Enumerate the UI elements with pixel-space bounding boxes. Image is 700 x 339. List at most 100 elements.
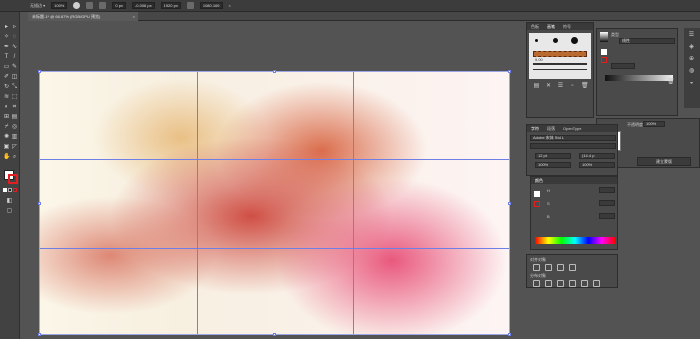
guide-vertical[interactable] [197, 72, 198, 334]
w-field[interactable]: 1920 px [160, 2, 181, 9]
document-tab[interactable]: 未标题-1* @ 66.67% (RGB/GPU 预览) × [28, 12, 138, 21]
distribute-top-icon[interactable] [533, 280, 540, 287]
align-left-icon[interactable] [533, 264, 540, 271]
none-mode-icon[interactable] [13, 188, 17, 192]
link-icon[interactable] [186, 2, 194, 9]
graph-tool-icon[interactable]: ▥ [11, 134, 18, 141]
gradient-delete-icon[interactable]: 🗑 [667, 79, 675, 86]
dock-appearance-icon[interactable]: ◍ [688, 68, 695, 75]
shape-builder-icon[interactable]: ◐ [3, 104, 10, 111]
distribute-bottom-icon[interactable] [557, 280, 564, 287]
gradient-tool-icon[interactable]: ▤ [11, 114, 18, 121]
bounding-handle[interactable] [38, 70, 41, 73]
rotate-tool-icon[interactable]: ↻ [3, 84, 10, 91]
brush-library-icon[interactable]: ▤ [533, 83, 540, 90]
width-field[interactable]: 0 px [112, 2, 126, 9]
align-right-icon[interactable] [557, 264, 564, 271]
stroke-percent-field[interactable]: 100% [51, 2, 68, 9]
screen-mode-icon[interactable]: ▢ [6, 208, 13, 215]
brush-line[interactable] [533, 63, 587, 65]
type-tool-icon[interactable]: T [3, 54, 10, 61]
brush-library[interactable]: 5.00 [529, 33, 591, 79]
bounding-handle[interactable] [38, 333, 41, 336]
tab-paragraph[interactable]: 段落 [547, 125, 555, 132]
dock-properties-icon[interactable]: ☰ [688, 32, 695, 39]
distribute-center-icon[interactable] [545, 280, 552, 287]
blend-tool-icon[interactable]: ◎ [11, 124, 18, 131]
dock-layers-icon[interactable]: ◈ [688, 44, 695, 51]
bounding-handle[interactable] [273, 333, 276, 336]
leading-field[interactable]: (14.4 p [579, 153, 615, 159]
transform-close-icon[interactable]: × [229, 3, 231, 8]
doc-type-label[interactable]: 无描边 ▾ [30, 3, 45, 9]
rectangle-tool-icon[interactable]: ▭ [3, 64, 10, 71]
distribute-right-icon[interactable] [593, 280, 600, 287]
dock-libraries-icon[interactable]: ⊕ [688, 56, 695, 63]
distribute-left-icon[interactable] [569, 280, 576, 287]
style-icon[interactable] [86, 2, 94, 9]
width-tool-icon[interactable]: ≋ [3, 94, 10, 101]
align-icon[interactable] [99, 2, 107, 9]
gradient-mode-select[interactable]: 线性 [619, 38, 675, 44]
stroke-color-icon[interactable] [8, 174, 18, 184]
line-tool-icon[interactable]: / [11, 54, 18, 61]
guide-vertical[interactable] [353, 72, 354, 334]
guide-horizontal[interactable] [40, 159, 509, 160]
opacity-field[interactable]: 100% [643, 121, 665, 127]
shaper-tool-icon[interactable]: ✐ [3, 74, 10, 81]
saturation-field[interactable] [599, 200, 615, 206]
tab-opentype[interactable]: OpenType [563, 125, 581, 132]
hand-tool-icon[interactable]: ✋ [3, 154, 10, 161]
distribute-hcenter-icon[interactable] [581, 280, 588, 287]
brush-dot-large[interactable] [571, 37, 578, 44]
magic-wand-icon[interactable]: ✧ [3, 34, 10, 41]
draw-mode-icon[interactable]: ◧ [6, 198, 13, 205]
bounding-handle[interactable] [38, 202, 41, 205]
scale-tool-icon[interactable]: ⤡ [11, 84, 18, 91]
bounding-handle[interactable] [508, 333, 511, 336]
selection-tool-icon[interactable]: ▸ [3, 24, 10, 31]
guide-horizontal[interactable] [40, 248, 509, 249]
free-transform-icon[interactable]: ⬚ [11, 94, 18, 101]
eraser-icon[interactable]: ◫ [11, 74, 18, 81]
remove-brush-icon[interactable]: ✕ [545, 83, 552, 90]
paintbrush-icon[interactable]: ✎ [11, 64, 18, 71]
brightness-field[interactable] [599, 213, 615, 219]
perspective-icon[interactable]: ⌗ [11, 104, 18, 111]
tab-brushes[interactable]: 画笔 [547, 23, 555, 30]
artboard-blurred-gradient[interactable] [38, 70, 511, 336]
font-style-select[interactable] [530, 143, 616, 149]
hue-field[interactable] [599, 187, 615, 193]
brush-dot-medium[interactable] [553, 38, 558, 43]
dock-graphic-styles-icon[interactable]: ◒ [688, 80, 695, 87]
bounding-handle[interactable] [273, 70, 276, 73]
align-top-icon[interactable] [569, 264, 576, 271]
tab-character[interactable]: 字符 [531, 125, 539, 132]
x-field[interactable]: -0.006 px [131, 2, 155, 9]
new-brush-icon[interactable]: ▫ [569, 83, 576, 90]
color-stroke-icon[interactable] [534, 201, 540, 207]
horizontal-scale-field[interactable]: 100% [535, 162, 571, 168]
align-center-icon[interactable] [545, 264, 552, 271]
symbol-sprayer-icon[interactable]: ✺ [3, 134, 10, 141]
color-fill-icon[interactable] [534, 191, 540, 197]
tab-swatches[interactable]: 色板 [531, 23, 539, 30]
mesh-tool-icon[interactable]: ⊞ [3, 114, 10, 121]
gradient-fill-icon[interactable] [601, 49, 607, 55]
font-size-field[interactable]: 12 pt [535, 153, 571, 159]
pen-tool-icon[interactable]: ✒ [3, 44, 10, 51]
slice-tool-icon[interactable]: ◸ [11, 144, 18, 151]
gradient-stroke-icon[interactable] [601, 57, 607, 63]
brush-dot-small[interactable] [535, 39, 538, 42]
zoom-tool-icon[interactable]: ⌕ [11, 154, 18, 161]
fill-swatch[interactable] [73, 2, 81, 9]
make-mask-button[interactable]: 建立蒙版 [637, 157, 691, 166]
direct-selection-tool-icon[interactable]: ▹ [11, 24, 18, 31]
eyedropper-icon[interactable]: ⌿ [3, 124, 10, 131]
tab-symbols[interactable]: 符号 [563, 23, 571, 30]
bounding-handle[interactable] [508, 70, 511, 73]
lasso-icon[interactable]: ◌ [11, 34, 18, 41]
artboard-tool-icon[interactable]: ▣ [3, 144, 10, 151]
gradient-slider[interactable] [605, 75, 673, 81]
font-family-select[interactable]: Adobe 宋体 Std L [530, 135, 616, 141]
